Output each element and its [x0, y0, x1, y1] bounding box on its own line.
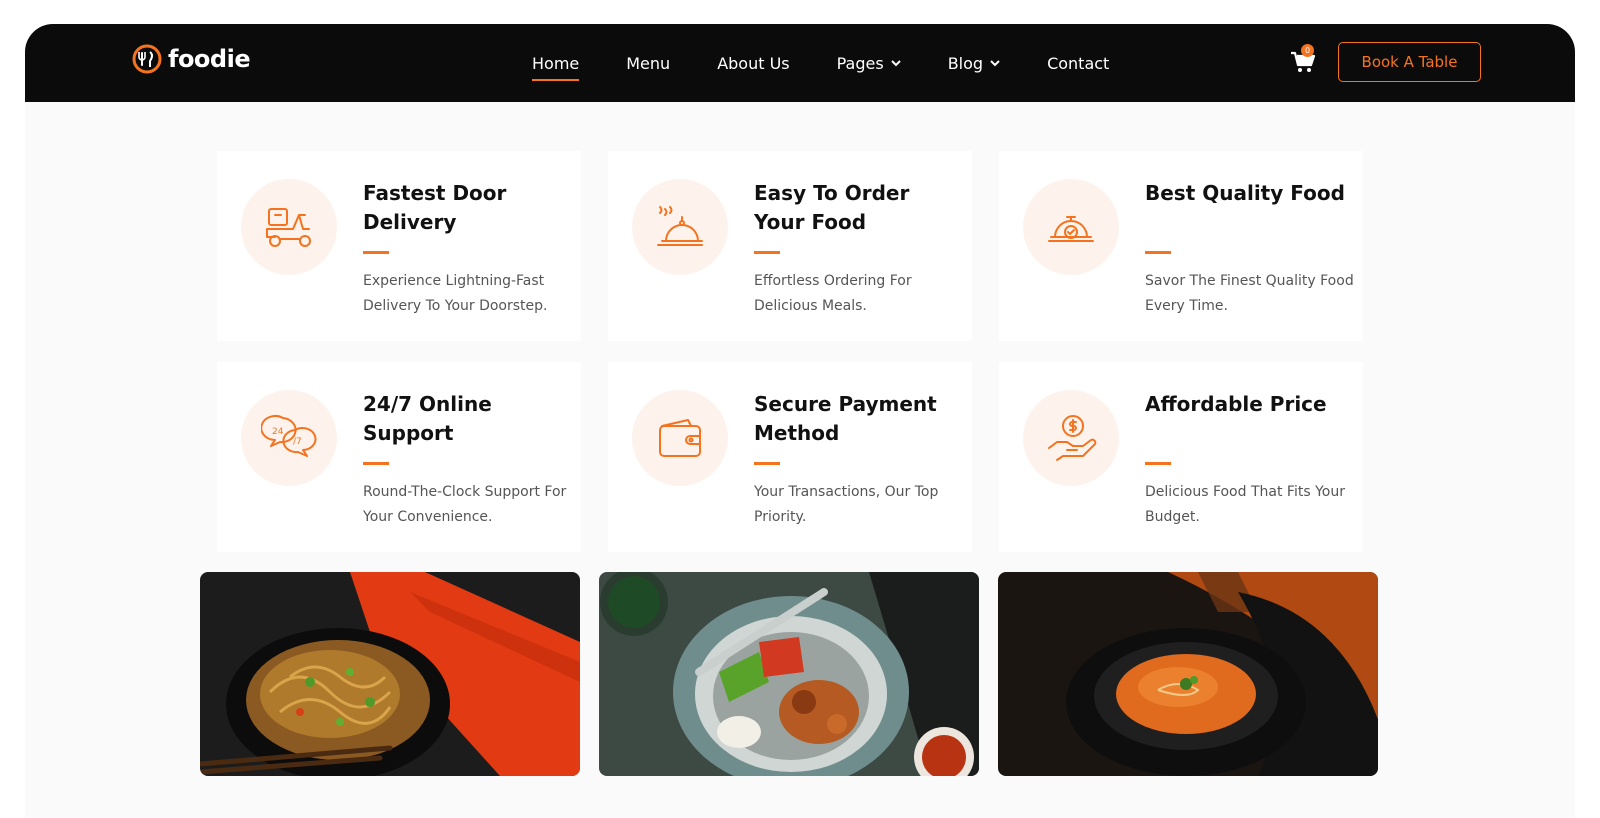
feature-card: 24 /7 24/7 Online Support Round-The-Cloc… — [217, 362, 581, 552]
nav-home[interactable]: Home — [532, 53, 580, 81]
cart-count-badge: 0 — [1301, 44, 1314, 57]
nav-contact-label: Contact — [1047, 53, 1110, 73]
hand-coin-icon — [1048, 415, 1097, 461]
svg-text:/7: /7 — [293, 437, 302, 447]
chevron-down-icon — [990, 59, 1000, 66]
support-chat-icon: 24 /7 — [261, 415, 317, 457]
feature-card: Affordable Price Delicious Food That Fit… — [999, 362, 1363, 552]
soup-photo — [998, 572, 1378, 776]
feature-icon-circle — [241, 179, 337, 275]
food-image-bowl — [599, 572, 979, 776]
feature-title: Easy To Order Your Food — [754, 181, 910, 234]
site-header: foodie Home Menu About Us Pages Blog Con… — [25, 24, 1575, 102]
chevron-down-icon — [890, 59, 901, 66]
food-image-soup — [998, 572, 1378, 776]
nav-menu[interactable]: Menu — [626, 54, 670, 73]
feature-card: Fastest Door Delivery Experience Lightni… — [217, 151, 581, 341]
feature-description: Delicious Food That Fits Your Budget. — [1145, 484, 1345, 525]
feature-title: Fastest Door Delivery — [363, 181, 507, 234]
food-image-noodles — [200, 572, 580, 776]
feature-title: 24/7 Online Support — [363, 392, 492, 445]
feature-card: Easy To Order Your Food Effortless Order… — [608, 151, 972, 341]
feature-card: Best Quality Food Savor The Finest Quali… — [999, 151, 1363, 341]
title-underline — [754, 462, 780, 465]
feature-description: Effortless Ordering For Delicious Meals. — [754, 273, 912, 314]
feature-icon-circle — [1023, 179, 1119, 275]
feature-card: Secure Payment Method Your Transactions,… — [608, 362, 972, 552]
title-underline — [754, 251, 780, 254]
feature-description: Savor The Finest Quality Food Every Time… — [1145, 273, 1354, 314]
bowl-photo — [599, 572, 979, 776]
brand-logo[interactable]: foodie — [132, 44, 251, 74]
title-underline — [1145, 462, 1171, 465]
feature-description: Your Transactions, Our Top Priority. — [754, 484, 939, 525]
nav-about-us[interactable]: About Us — [717, 54, 789, 73]
title-underline — [1145, 251, 1171, 254]
nav-menu-label: Menu — [626, 53, 671, 73]
feature-icon-circle — [632, 179, 728, 275]
main-nav: Home Menu About Us Pages Blog Contact — [507, 24, 1109, 102]
title-underline — [363, 251, 389, 254]
brand-name: foodie — [168, 45, 251, 73]
delivery-scooter-icon — [266, 208, 311, 247]
feature-title: Affordable Price — [1145, 392, 1327, 416]
wallet-icon — [659, 419, 701, 457]
serving-cloche-icon — [657, 206, 703, 246]
nav-home-label: Home — [532, 53, 580, 73]
title-underline — [363, 462, 389, 465]
feature-description: Experience Lightning-Fast Delivery To Yo… — [363, 273, 548, 314]
feature-icon-circle — [632, 390, 728, 486]
nav-contact[interactable]: Contact — [1047, 54, 1109, 73]
noodles-photo — [200, 572, 580, 776]
nav-blog-dropdown[interactable]: Blog — [948, 54, 1000, 73]
svg-text:24: 24 — [272, 427, 284, 437]
nav-blog-label: Blog — [947, 53, 984, 73]
book-a-table-button[interactable]: Book A Table — [1338, 42, 1481, 82]
feature-icon-circle — [1023, 390, 1119, 486]
quality-cloche-icon — [1048, 216, 1094, 242]
feature-title: Best Quality Food — [1145, 181, 1345, 205]
nav-about-label: About Us — [717, 53, 790, 73]
feature-title: Secure Payment Method — [754, 392, 937, 445]
feature-icon-circle: 24 /7 — [241, 390, 337, 486]
fork-knife-logo-icon — [132, 44, 162, 74]
feature-description: Round-The-Clock Support For Your Conveni… — [363, 484, 567, 525]
page-frame: foodie Home Menu About Us Pages Blog Con… — [25, 24, 1575, 818]
nav-pages-dropdown[interactable]: Pages — [837, 54, 901, 73]
nav-pages-label: Pages — [836, 53, 884, 73]
